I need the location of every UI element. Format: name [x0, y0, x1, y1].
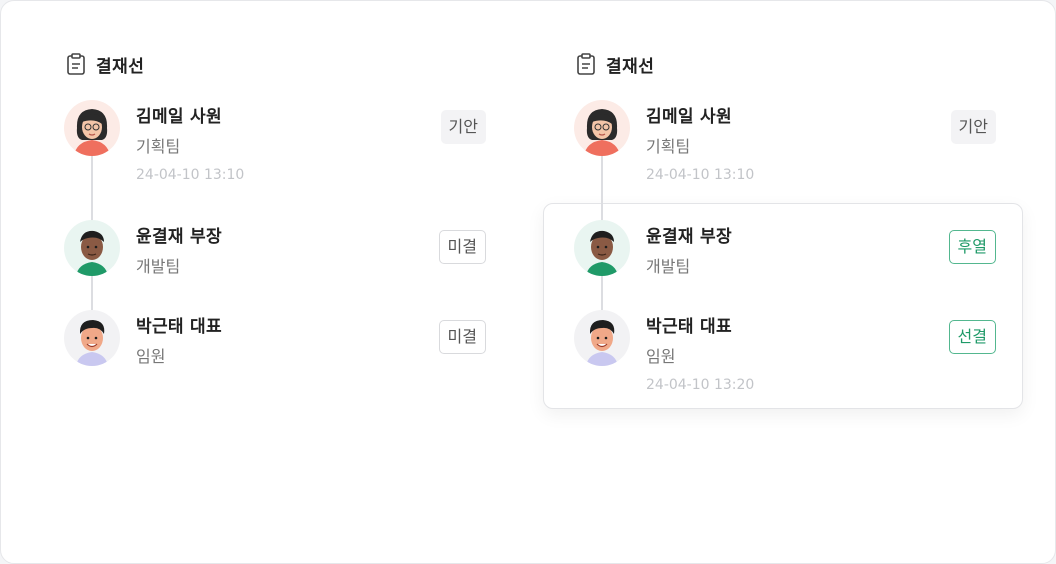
female-avatar-icon — [64, 100, 120, 156]
panel-title: 결재선 — [96, 56, 145, 77]
status-badge: 미결 — [438, 320, 486, 354]
approval-line-panel-right: 결재선 김메일 사원 기획팀 24-04-10 13:10 기안 윤결재 부장 … — [572, 0, 1052, 420]
status-badge: 기안 — [440, 110, 486, 144]
approver-row[interactable]: 김메일 사원 기획팀 24-04-10 13:10 기안 — [62, 100, 486, 190]
approver-row[interactable]: 윤결재 부장 개발팀 미결 — [62, 220, 486, 310]
approval-line-panel-left: 결재선 김메일 사원 기획팀 24-04-10 13:10 기안 윤결재 부장 … — [62, 0, 542, 420]
male-avatar-icon — [574, 220, 630, 276]
approval-time: 24-04-10 13:10 — [136, 167, 245, 183]
female-avatar-icon — [574, 100, 630, 156]
male-avatar-icon — [574, 310, 630, 366]
approver-dept: 임원 — [646, 347, 676, 366]
status-badge: 미결 — [438, 230, 486, 264]
panel-title: 결재선 — [606, 56, 655, 77]
male-avatar-icon — [64, 310, 120, 366]
approver-name: 윤결재 부장 — [136, 227, 222, 247]
approver-dept: 임원 — [136, 347, 166, 366]
status-badge: 후열 — [948, 230, 996, 264]
approver-row[interactable]: 박근태 대표 임원 24-04-10 13:20 선결 — [572, 310, 996, 400]
approval-time: 24-04-10 13:20 — [646, 377, 755, 393]
approver-row[interactable]: 김메일 사원 기획팀 24-04-10 13:10 기안 — [572, 100, 996, 190]
approver-dept: 기획팀 — [646, 137, 691, 156]
panel-header: 결재선 — [66, 52, 145, 77]
panel-header: 결재선 — [576, 52, 655, 77]
approver-name: 박근태 대표 — [136, 317, 222, 337]
approver-dept: 개발팀 — [136, 257, 181, 276]
approver-dept: 기획팀 — [136, 137, 181, 156]
approver-name: 박근태 대표 — [646, 317, 732, 337]
approver-name: 김메일 사원 — [646, 107, 732, 127]
approver-name: 윤결재 부장 — [646, 227, 732, 247]
approver-row[interactable]: 윤결재 부장 개발팀 후열 — [572, 220, 996, 310]
approver-row[interactable]: 박근태 대표 임원 미결 — [62, 310, 486, 400]
male-avatar-icon — [64, 220, 120, 276]
approver-dept: 개발팀 — [646, 257, 691, 276]
approval-time: 24-04-10 13:10 — [646, 167, 755, 183]
status-badge: 선결 — [948, 320, 996, 354]
approver-name: 김메일 사원 — [136, 107, 222, 127]
clipboard-icon — [577, 53, 595, 75]
status-badge: 기안 — [950, 110, 996, 144]
clipboard-icon — [67, 53, 85, 75]
